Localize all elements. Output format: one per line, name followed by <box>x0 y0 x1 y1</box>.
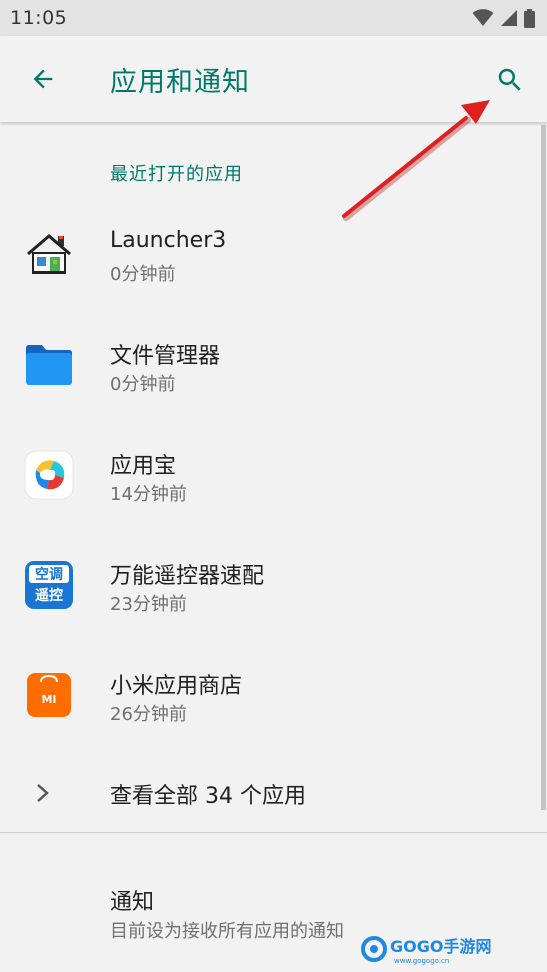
app-last-used: 0分钟前 <box>110 374 176 395</box>
app-name: Launcher3 <box>110 228 227 253</box>
see-all-apps-label: 查看全部 34 个应用 <box>110 784 306 809</box>
battery-icon <box>524 8 535 28</box>
recent-app-row-mi-store[interactable]: MI 小米应用商店 26分钟前 <box>0 640 540 750</box>
app-name: 应用宝 <box>110 454 177 479</box>
status-time: 11:05 <box>10 7 68 29</box>
back-button[interactable] <box>22 58 64 100</box>
arrow-back-icon <box>33 69 53 89</box>
app-name: 万能遥控器速配 <box>110 564 265 589</box>
recent-app-row-yingyongbao[interactable]: 应用宝 14分钟前 <box>0 420 540 530</box>
remote-icon-bottom-text: 遥控 <box>35 587 63 604</box>
remote-control-icon: 空调 遥控 <box>25 561 73 609</box>
remote-icon-top-text: 空调 <box>35 566 63 583</box>
app-last-used: 26分钟前 <box>110 704 187 725</box>
app-last-used: 14分钟前 <box>110 484 187 505</box>
scrollbar[interactable] <box>541 125 546 810</box>
search-icon <box>498 68 521 91</box>
recent-app-row-launcher3[interactable]: Launcher3 0分钟前 <box>0 200 540 310</box>
yingyongbao-icon <box>24 450 74 500</box>
watermark-brand: GOGO手游网 <box>390 937 491 956</box>
mi-icon-text: MI <box>41 693 56 706</box>
watermark-url: www.gogogo.cn <box>394 957 449 965</box>
page-title: 应用和通知 <box>110 67 250 98</box>
notifications-summary: 目前设为接收所有应用的通知 <box>110 921 344 942</box>
launcher-house-icon <box>27 234 71 274</box>
search-button[interactable] <box>488 58 532 102</box>
status-bar: 11:05 <box>0 0 547 36</box>
see-all-apps-button[interactable]: 查看全部 34 个应用 <box>0 760 540 826</box>
app-bar: 应用和通知 <box>0 36 547 122</box>
app-last-used: 0分钟前 <box>110 264 176 285</box>
watermark-logo: GOGO手游网 www.gogogo.cn <box>361 936 491 965</box>
app-name: 文件管理器 <box>110 344 221 369</box>
mi-store-icon: MI <box>27 673 71 717</box>
wifi-icon <box>472 9 494 26</box>
signal-icon <box>501 10 517 26</box>
app-name: 小米应用商店 <box>110 674 243 699</box>
notifications-title: 通知 <box>110 890 155 915</box>
recent-apps-header: 最近打开的应用 <box>110 164 243 185</box>
recent-app-row-file-manager[interactable]: 文件管理器 0分钟前 <box>0 310 540 420</box>
divider <box>0 832 547 833</box>
recent-app-row-remote[interactable]: 空调 遥控 万能遥控器速配 23分钟前 <box>0 530 540 640</box>
status-icons <box>472 8 535 28</box>
folder-icon <box>26 345 72 385</box>
app-last-used: 23分钟前 <box>110 594 187 615</box>
chevron-right-icon <box>37 784 49 802</box>
